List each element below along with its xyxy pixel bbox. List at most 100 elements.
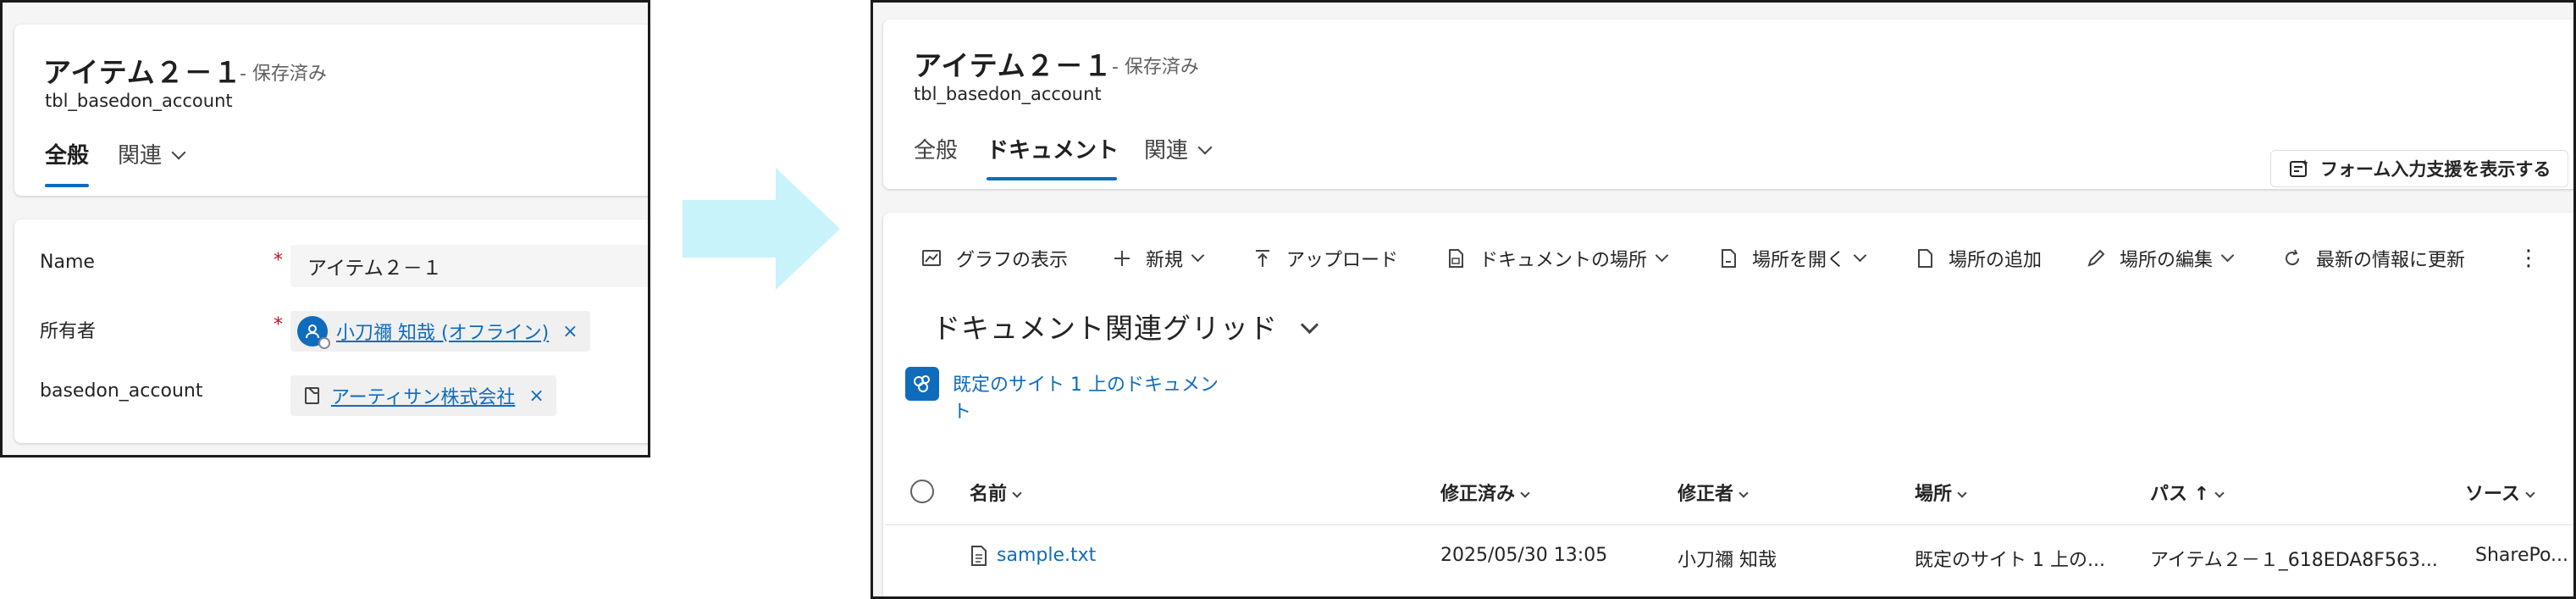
col-label: 修正者 — [1678, 484, 1734, 505]
record-title: アイテム２－１ — [914, 49, 1113, 82]
site-documents-link[interactable]: 既定のサイト 1 上のドキュメン ト — [953, 372, 1232, 426]
cmd-label: ドキュメントの場所 — [1479, 250, 1648, 271]
cell-name[interactable]: sample.txt — [997, 545, 1096, 566]
record-title: アイテム２－１ — [43, 56, 242, 89]
grid-header-divider — [885, 524, 2573, 525]
form-assist-button[interactable]: フォーム入力支援を表示する — [2270, 150, 2569, 187]
select-all-checkbox[interactable] — [910, 480, 934, 503]
save-status: - 保存済み — [240, 64, 327, 85]
basedon-account-lookup[interactable]: アーティサン株式会社 × — [290, 375, 556, 416]
sort-chevron-icon — [2214, 488, 2225, 498]
chart-icon — [922, 250, 941, 266]
name-value: アイテム２－１ — [307, 258, 442, 280]
more-commands-button[interactable]: ⋮ — [2518, 241, 2540, 275]
column-header-name[interactable]: 名前 — [970, 479, 1022, 506]
tab-label: ドキュメント — [987, 138, 1119, 164]
owner-lookup[interactable]: 小刀禰 知哉 (オフライン) × — [290, 311, 590, 352]
field-label-basedon-account: basedon_account — [40, 380, 203, 402]
more-icon: ⋮ — [2518, 246, 2540, 271]
upload-button[interactable]: アップロード — [1252, 241, 1398, 275]
col-label: 名前 — [970, 484, 1008, 505]
cmd-label: 場所を開く — [1752, 250, 1846, 271]
tab-documents[interactable]: ドキュメント — [987, 133, 1119, 164]
cmd-label: グラフの表示 — [956, 250, 1069, 271]
column-header-modified[interactable]: 修正済み — [1440, 479, 1530, 506]
person-icon — [297, 316, 330, 349]
cell-modified: 2025/05/30 13:05 — [1440, 545, 1608, 566]
open-location-icon — [1722, 249, 1736, 268]
cell-source: SharePo... — [2475, 545, 2569, 566]
tab-selected-indicator — [987, 177, 1117, 180]
cmd-label: アップロード — [1286, 250, 1399, 271]
col-label: 修正済み — [1440, 484, 1516, 505]
tab-label: 全般 — [914, 138, 959, 164]
right-form-panel: アイテム２－１ - 保存済み tbl_basedon_account 全般 ドキ… — [871, 0, 2576, 599]
chevron-down-icon — [1191, 248, 1205, 262]
sort-chevron-icon — [2525, 488, 2535, 498]
remove-owner-button[interactable]: × — [562, 321, 578, 342]
owner-link[interactable]: 小刀禰 知哉 (オフライン) — [336, 318, 549, 345]
transition-arrow — [683, 168, 840, 290]
form-assist-icon — [2290, 159, 2308, 177]
chevron-down-icon — [1655, 248, 1669, 262]
view-title: ドキュメント関連グリッド — [932, 312, 1278, 345]
text-file-icon — [971, 546, 987, 566]
chevron-down-icon — [1197, 140, 1213, 155]
name-input[interactable]: アイテム２－１ — [290, 245, 648, 287]
new-button[interactable]: 新規 — [1112, 241, 1205, 275]
column-header-modified-by[interactable]: 修正者 — [1678, 479, 1749, 506]
save-status: - 保存済み — [1112, 57, 1199, 78]
pencil-icon — [2087, 249, 2105, 267]
sharepoint-site-icon — [905, 367, 939, 401]
cmd-label: 場所の追加 — [1949, 250, 2043, 271]
document-location-button[interactable]: ドキュメントの場所 — [1446, 241, 1669, 275]
col-label: ソース — [2465, 484, 2520, 505]
column-header-path[interactable]: パス ↑ — [2150, 479, 2225, 506]
account-link[interactable]: アーティサン株式会社 — [331, 382, 515, 409]
refresh-button[interactable]: 最新の情報に更新 — [2282, 241, 2465, 275]
header-card: アイテム２－１ - 保存済み tbl_basedon_account 全般 ドキ… — [883, 19, 2573, 189]
field-label-name: Name — [40, 252, 95, 273]
view-selector[interactable]: ドキュメント関連グリッド — [932, 306, 1319, 347]
chevron-down-icon — [1300, 315, 1319, 335]
left-form-panel: アイテム２－１ - 保存済み tbl_basedon_account 全般 関連… — [0, 0, 650, 458]
tab-label: 関連 — [1144, 138, 1189, 164]
tab-selected-indicator — [45, 184, 89, 187]
open-location-button[interactable]: 場所を開く — [1718, 241, 1867, 275]
remove-account-button[interactable]: × — [528, 385, 544, 407]
cmd-label: 最新の情報に更新 — [2316, 250, 2466, 271]
add-location-button[interactable]: 場所の追加 — [1915, 241, 2042, 275]
required-mark: * — [274, 314, 283, 336]
plus-icon — [1114, 251, 1130, 266]
cmd-label: 場所の編集 — [2120, 250, 2214, 271]
refresh-icon — [2286, 249, 2300, 266]
chevron-down-icon — [1853, 248, 1867, 262]
form-assist-label: フォーム入力支援を表示する — [2320, 159, 2551, 180]
chevron-down-icon — [2220, 248, 2235, 262]
tab-related[interactable]: 関連 — [1144, 133, 1213, 164]
sort-chevron-icon — [1957, 488, 1967, 498]
cell-modified-by: 小刀禰 知哉 — [1678, 550, 1777, 571]
col-label: 場所 — [1915, 484, 1953, 505]
presence-offline-icon — [318, 337, 330, 349]
column-header-location[interactable]: 場所 — [1915, 479, 1967, 506]
add-location-icon — [1918, 249, 1932, 268]
entity-name: tbl_basedon_account — [914, 84, 1102, 104]
tab-general[interactable]: 全般 — [45, 138, 89, 169]
cell-path: アイテム２－１_618EDA8F563... — [2150, 550, 2438, 571]
entity-name: tbl_basedon_account — [45, 91, 233, 111]
document-location-icon — [1449, 249, 1463, 268]
chevron-down-icon — [171, 145, 186, 160]
column-header-source[interactable]: ソース — [2465, 479, 2535, 506]
tab-related[interactable]: 関連 — [118, 138, 186, 169]
account-icon — [305, 387, 319, 404]
tab-label: 関連 — [118, 143, 163, 169]
cell-location: 既定のサイト 1 上の... — [1915, 550, 2105, 571]
required-mark: * — [274, 250, 283, 271]
field-label-owner: 所有者 — [40, 321, 97, 342]
sort-chevron-icon — [1739, 488, 1749, 498]
edit-location-button[interactable]: 場所の編集 — [2086, 241, 2235, 275]
tab-label: 全般 — [45, 143, 90, 169]
show-chart-button[interactable]: グラフの表示 — [920, 241, 1068, 275]
tab-general[interactable]: 全般 — [914, 133, 958, 164]
